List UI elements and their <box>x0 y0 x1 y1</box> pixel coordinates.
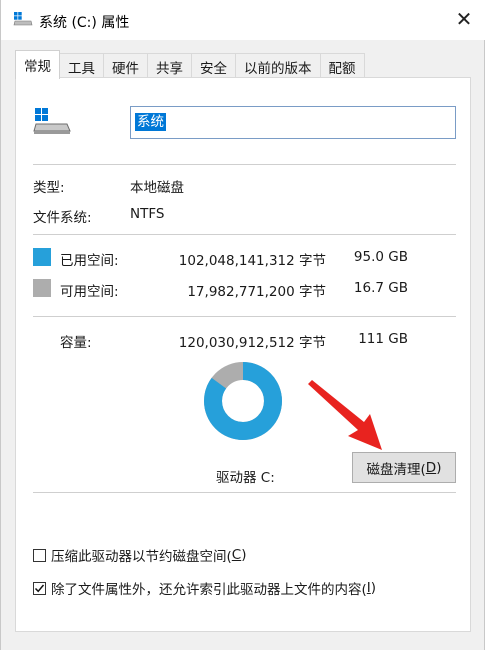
close-button[interactable]: ✕ <box>447 4 481 34</box>
tab-bar: 常规 工具 硬件 共享 安全 以前的版本 配额 <box>15 50 365 79</box>
checkmark-icon <box>34 584 45 592</box>
free-space-bytes: 17,982,771,200 字节 <box>187 284 326 300</box>
drive-letter-label: 驱动器 C: <box>216 470 275 486</box>
compress-accesskey: C <box>231 547 242 563</box>
drive-name-input[interactable]: 系统 <box>130 106 456 139</box>
index-text: 除了文件属性外，还允许索引此驱动器上文件的内容( <box>51 582 367 598</box>
tab-general[interactable]: 常规 <box>15 50 60 79</box>
free-space-swatch <box>33 279 51 297</box>
disk-usage-donut <box>204 362 282 440</box>
drive-icon <box>13 12 33 26</box>
tab-tools[interactable]: 工具 <box>59 53 104 79</box>
index-checkbox[interactable] <box>33 581 46 595</box>
used-space-bytes: 102,048,141,312 字节 <box>178 253 326 269</box>
drive-icon <box>33 108 71 134</box>
used-space-swatch <box>33 248 51 266</box>
compress-checkbox[interactable] <box>33 548 46 562</box>
compress-option[interactable]: 压缩此驱动器以节约磁盘空间(C) <box>33 545 247 565</box>
capacity-size: 111 GB <box>358 331 408 347</box>
disk-cleanup-button[interactable]: 磁盘清理(D) <box>352 452 456 483</box>
used-space-label: 已用空间: <box>60 253 119 269</box>
tab-previous-versions[interactable]: 以前的版本 <box>235 53 321 79</box>
close-icon: ✕ <box>455 7 473 31</box>
type-value: 本地磁盘 <box>130 180 184 196</box>
red-arrow-annotation <box>308 380 382 450</box>
disk-cleanup-text: 磁盘清理( <box>366 461 426 478</box>
tab-sharing[interactable]: 共享 <box>147 53 192 79</box>
tab-security[interactable]: 安全 <box>191 53 236 79</box>
filesystem-value: NTFS <box>130 206 165 222</box>
window-title: 系统 (C:) 属性 <box>39 15 130 31</box>
disk-cleanup-accesskey: D <box>425 459 437 476</box>
tab-quota[interactable]: 配额 <box>319 53 365 79</box>
disk-cleanup-close: ) <box>436 459 442 476</box>
general-panel: 系统 类型: 本地磁盘 文件系统: NTFS 已用空间: 102,048,141… <box>15 77 471 632</box>
divider <box>33 492 456 493</box>
tab-hardware[interactable]: 硬件 <box>103 53 148 79</box>
divider <box>33 164 456 165</box>
compress-text: 压缩此驱动器以节约磁盘空间( <box>51 549 232 565</box>
free-space-size: 16.7 GB <box>353 280 408 296</box>
drive-name-value: 系统 <box>135 113 166 131</box>
capacity-bytes: 120,030,912,512 字节 <box>178 335 326 351</box>
capacity-label: 容量: <box>60 335 92 351</box>
title-bar[interactable]: 系统 (C:) 属性 ✕ <box>1 0 485 40</box>
compress-close: ) <box>241 547 247 563</box>
index-close: ) <box>370 580 377 596</box>
filesystem-label: 文件系统: <box>33 210 92 226</box>
divider <box>33 316 456 317</box>
free-space-label: 可用空间: <box>60 284 119 300</box>
properties-window: 系统 (C:) 属性 ✕ 常规 工具 硬件 共享 安全 以前的版本 配额 系统 … <box>0 0 485 650</box>
used-space-size: 95.0 GB <box>353 249 408 265</box>
type-label: 类型: <box>33 180 65 196</box>
index-option[interactable]: 除了文件属性外，还允许索引此驱动器上文件的内容(I) <box>33 578 376 598</box>
divider <box>33 234 456 235</box>
